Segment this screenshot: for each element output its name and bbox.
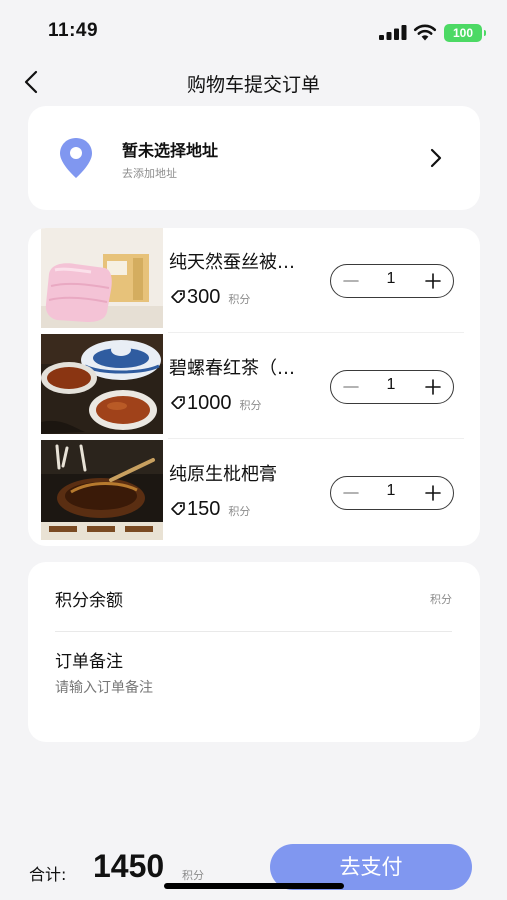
decrease-button[interactable] [341, 483, 361, 503]
increase-button[interactable] [423, 271, 443, 291]
price-value: 1000 [187, 392, 232, 414]
goods-item: 纯天然蚕丝被… 300 积分 1 [28, 228, 480, 328]
page-title: 购物车提交订单 [186, 74, 320, 96]
total-unit: 积分 [182, 869, 204, 882]
cellular-signal-icon [379, 25, 407, 40]
price-unit: 积分 [228, 505, 251, 518]
divider [168, 332, 464, 333]
silk-quilt-image [41, 228, 163, 328]
decrease-button[interactable] [341, 377, 361, 397]
quantity-value[interactable]: 1 [373, 270, 409, 288]
plus-icon [425, 273, 441, 289]
checkout-footer: 合计: 1450 积分 去支付 [0, 836, 507, 900]
goods-name: 纯天然蚕丝被… [169, 252, 295, 273]
price-value: 300 [187, 286, 221, 308]
plus-icon [425, 379, 441, 395]
address-subtitle: 去添加地址 [122, 167, 177, 180]
order-remark-input[interactable] [55, 676, 445, 700]
goods-name: 碧螺春红茶（… [169, 358, 295, 379]
quantity-value[interactable]: 1 [373, 376, 409, 394]
nav-bar: 购物车提交订单 [0, 60, 507, 104]
quantity-stepper: 1 [330, 476, 454, 510]
price-unit: 积分 [239, 399, 262, 412]
points-balance-unit: 积分 [430, 593, 452, 606]
plus-icon [425, 485, 441, 501]
home-indicator [164, 883, 344, 889]
chevron-right-icon [430, 148, 442, 168]
total-value: 1450 [93, 848, 165, 884]
goods-list: 纯天然蚕丝被… 300 积分 1 碧螺春红茶（… 1000 积分 1 纯原生枇杷… [28, 228, 480, 546]
increase-button[interactable] [423, 377, 443, 397]
decrease-button[interactable] [341, 271, 361, 291]
goods-price: 300 积分 [170, 286, 250, 309]
order-info-card: 积分余额 积分 订单备注 [28, 562, 480, 742]
divider [168, 438, 464, 439]
total-label: 合计: [29, 865, 67, 884]
loquat-paste-image [41, 440, 163, 540]
address-title: 暂未选择地址 [122, 141, 219, 160]
status-time: 11:49 [48, 20, 99, 41]
increase-button[interactable] [423, 483, 443, 503]
goods-price: 150 积分 [170, 498, 250, 521]
quantity-stepper: 1 [330, 370, 454, 404]
goods-item: 纯原生枇杷膏 150 积分 1 [28, 440, 480, 540]
address-selector[interactable]: 暂未选择地址 去添加地址 [28, 106, 480, 210]
black-tea-image [41, 334, 163, 434]
goods-price: 1000 积分 [170, 392, 262, 415]
price-unit: 积分 [228, 293, 251, 306]
quantity-value[interactable]: 1 [373, 482, 409, 500]
goods-item: 碧螺春红茶（… 1000 积分 1 [28, 334, 480, 434]
wifi-icon [413, 24, 437, 41]
price-value: 150 [187, 498, 221, 520]
price-tag-icon [171, 502, 185, 515]
location-pin-icon [60, 138, 92, 178]
price-tag-icon [171, 290, 185, 303]
points-balance-label: 积分余额 [55, 591, 123, 611]
quantity-stepper: 1 [330, 264, 454, 298]
status-bar: 11:49 100 [0, 0, 507, 62]
order-remark-label: 订单备注 [55, 652, 123, 672]
battery-icon: 100 [444, 24, 486, 42]
price-tag-icon [171, 396, 185, 409]
divider [55, 631, 452, 632]
goods-name: 纯原生枇杷膏 [169, 464, 277, 485]
